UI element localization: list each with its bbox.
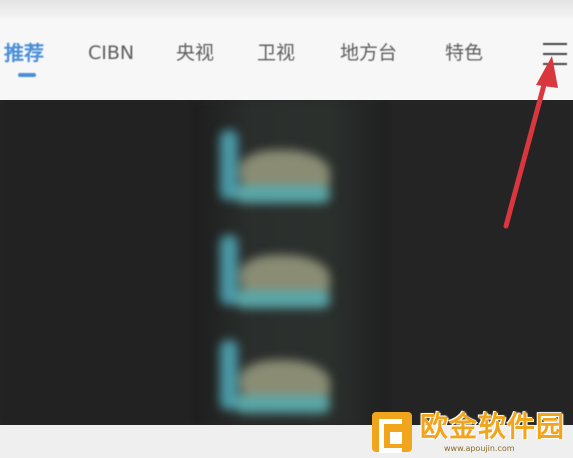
watermark-logo-icon [372, 412, 412, 453]
status-strip [0, 0, 573, 18]
tab-satellite[interactable]: 卫视 [257, 38, 295, 68]
tab-cibn[interactable]: CIBN [88, 38, 134, 68]
tab-recommended[interactable]: 推荐 [4, 38, 44, 68]
video-frame [210, 330, 375, 425]
video-preview[interactable] [0, 100, 573, 425]
tab-cctv[interactable]: 央视 [176, 38, 214, 68]
video-frame [210, 225, 375, 325]
active-tab-indicator [18, 73, 36, 77]
channel-tab-bar: 推荐 CIBN 央视 卫视 地方台 特色 [0, 18, 573, 100]
hamburger-menu-icon[interactable] [540, 39, 570, 69]
watermark: 欧金软件园 www.apoujin.com [372, 410, 568, 454]
tab-local[interactable]: 地方台 [340, 38, 397, 68]
video-frame [210, 120, 375, 220]
tab-featured[interactable]: 特色 [445, 38, 483, 68]
watermark-url: www.apoujin.com [444, 444, 515, 453]
watermark-brand-text: 欧金软件园 [420, 410, 566, 443]
